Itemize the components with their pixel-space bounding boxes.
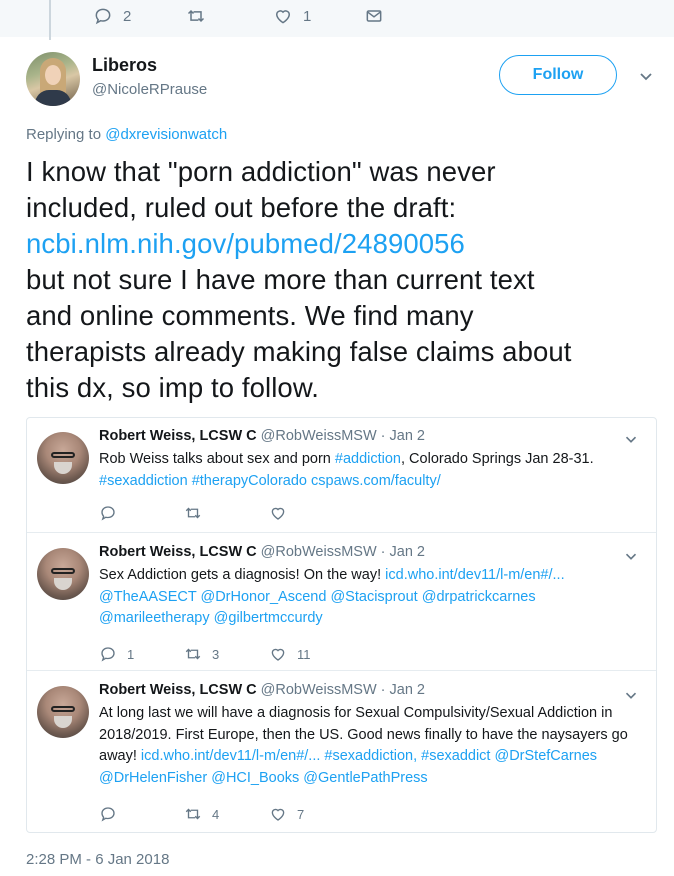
- embedded-text-line: #sexaddiction #therapyColorado cspaws.co…: [99, 471, 639, 493]
- embedded-tweet[interactable]: Robert Weiss, LCSW C @RobWeissMSW · Jan …: [27, 418, 656, 533]
- retweet-count: 3: [212, 646, 220, 662]
- like-count: 1: [303, 7, 312, 25]
- heart-icon: [275, 10, 291, 24]
- screen-name[interactable]: @NicoleRPrause: [92, 81, 207, 98]
- reply-icon: [101, 647, 115, 662]
- like-count: 11: [297, 646, 311, 662]
- embedded-handle-date[interactable]: @RobWeissMSW · Jan 2: [261, 544, 425, 560]
- embedded-tweet-text: Rob Weiss talks about sex and porn #addi…: [99, 449, 639, 492]
- retweet-action[interactable]: 4: [184, 805, 219, 823]
- like-action[interactable]: [269, 504, 297, 522]
- envelope-icon: [366, 10, 382, 22]
- embedded-link[interactable]: @TheAASECT @DrHonor_Ascend @Stacisprout …: [99, 589, 536, 605]
- tweet-text-line: and online comments. We find many: [26, 300, 474, 331]
- tweet-text-line: therapists already making false claims a…: [26, 336, 572, 367]
- retweet-count: 4: [212, 806, 220, 822]
- embedded-author-name[interactable]: Robert Weiss, LCSW C: [99, 682, 257, 698]
- heart-icon: [271, 808, 285, 821]
- replying-to: Replying to @dxrevisionwatch: [26, 126, 227, 143]
- embedded-text-line: @DrHelenFisher @HCI_Books @GentlePathPre…: [99, 768, 639, 790]
- reply-count: 2: [123, 7, 132, 25]
- reply-icon: [95, 8, 111, 25]
- avatar[interactable]: [37, 548, 89, 600]
- embedded-tweet-text: Sex Addiction gets a diagnosis! On the w…: [99, 565, 639, 630]
- tweet-link[interactable]: ncbi.nlm.nih.gov/pubmed/24890056: [26, 226, 656, 262]
- embedded-tweets-box: Robert Weiss, LCSW C @RobWeissMSW · Jan …: [26, 417, 657, 833]
- embedded-text-line: @marileetherapy @gilbertmccurdy: [99, 608, 639, 630]
- avatar[interactable]: [37, 686, 89, 738]
- embedded-link[interactable]: #sexaddiction #therapyColorado cspaws.co…: [99, 473, 441, 489]
- embedded-link[interactable]: @DrHelenFisher @HCI_Books @GentlePathPre…: [99, 770, 428, 786]
- tweet-text-line: but not sure I have more than current te…: [26, 264, 535, 295]
- embedded-text: Sex Addiction gets a diagnosis! On the w…: [99, 567, 386, 583]
- embedded-tweet-header: Robert Weiss, LCSW C @RobWeissMSW · Jan …: [99, 428, 425, 444]
- embedded-text-line: away! icd.who.int/dev11/l-m/en#/... #sex…: [99, 746, 639, 768]
- heart-icon: [271, 648, 285, 661]
- embedded-text-line: At long last we will have a diagnosis fo…: [99, 703, 639, 725]
- embedded-tweet[interactable]: Robert Weiss, LCSW C @RobWeissMSW · Jan …: [27, 671, 656, 832]
- avatar[interactable]: [37, 432, 89, 484]
- replying-prefix: Replying to: [26, 126, 106, 143]
- embedded-handle-date[interactable]: @RobWeissMSW · Jan 2: [261, 428, 425, 444]
- embedded-text: 2018/2019. First Europe, then the US. Go…: [99, 726, 628, 743]
- heart-icon: [271, 507, 285, 520]
- embedded-text-line: @TheAASECT @DrHonor_Ascend @Stacisprout …: [99, 587, 639, 609]
- chevron-down-icon[interactable]: [622, 547, 640, 565]
- tweet-text-line: this dx, so imp to follow.: [26, 372, 320, 403]
- reply-icon: [101, 506, 115, 521]
- embedded-tweet-text: At long last we will have a diagnosis fo…: [99, 703, 639, 789]
- follow-button[interactable]: Follow: [499, 55, 617, 95]
- retweet-action[interactable]: 3: [184, 645, 219, 663]
- retweet-action[interactable]: [184, 504, 212, 522]
- chevron-down-icon[interactable]: [636, 66, 656, 86]
- embedded-text: , Colorado Springs Jan 28-31.: [401, 451, 594, 467]
- embedded-text-line: 2018/2019. First Europe, then the US. Go…: [99, 725, 639, 747]
- like-action[interactable]: 11: [269, 645, 311, 663]
- embedded-text: At long last we will have a diagnosis fo…: [99, 705, 613, 721]
- retweet-action[interactable]: [186, 6, 216, 26]
- embedded-link[interactable]: @marileetherapy @gilbertmccurdy: [99, 610, 323, 626]
- replying-handle-link[interactable]: @dxrevisionwatch: [105, 126, 227, 143]
- reply-action[interactable]: 2: [93, 6, 131, 26]
- reply-action[interactable]: 1: [99, 645, 134, 663]
- embedded-text-line: Rob Weiss talks about sex and porn #addi…: [99, 449, 639, 471]
- like-action[interactable]: 7: [269, 805, 304, 823]
- display-name[interactable]: Liberos: [92, 55, 157, 76]
- tweet-text-line: included, ruled out before the draft:: [26, 192, 457, 223]
- embedded-text: Rob Weiss talks about sex and porn: [99, 451, 335, 467]
- embedded-text-line: Sex Addiction gets a diagnosis! On the w…: [99, 565, 639, 587]
- reply-count: 1: [127, 646, 135, 662]
- embedded-handle-date[interactable]: @RobWeissMSW · Jan 2: [261, 682, 425, 698]
- embedded-text: away!: [99, 748, 141, 764]
- embedded-author-name[interactable]: Robert Weiss, LCSW C: [99, 428, 257, 444]
- embedded-tweet[interactable]: Robert Weiss, LCSW C @RobWeissMSW · Jan …: [27, 533, 656, 671]
- retweet-icon: [185, 507, 201, 519]
- reply-action[interactable]: [99, 805, 127, 823]
- direct-message-action[interactable]: [364, 6, 384, 26]
- tweet-timestamp[interactable]: 2:28 PM - 6 Jan 2018: [26, 851, 169, 868]
- retweet-icon: [185, 808, 201, 820]
- embedded-link[interactable]: icd.who.int/dev11/l-m/en#/...: [385, 567, 564, 583]
- embedded-author-name[interactable]: Robert Weiss, LCSW C: [99, 544, 257, 560]
- like-action[interactable]: 1: [273, 6, 311, 26]
- retweet-icon: [187, 9, 205, 23]
- reply-action[interactable]: [99, 504, 127, 522]
- embedded-link[interactable]: icd.who.int/dev11/l-m/en#/... #sexaddict…: [141, 748, 597, 764]
- embedded-link[interactable]: #addiction: [335, 451, 401, 467]
- tweet-text: I know that "porn addiction" was never i…: [26, 154, 656, 406]
- tweet-text-line: I know that "porn addiction" was never: [26, 156, 496, 187]
- like-count: 7: [297, 806, 305, 822]
- avatar[interactable]: [26, 52, 80, 106]
- reply-icon: [101, 807, 115, 822]
- embedded-tweet-header: Robert Weiss, LCSW C @RobWeissMSW · Jan …: [99, 682, 425, 698]
- thread-connector-line: [49, 0, 51, 40]
- chevron-down-icon[interactable]: [622, 686, 640, 704]
- chevron-down-icon[interactable]: [622, 430, 640, 448]
- retweet-icon: [185, 648, 201, 660]
- embedded-tweet-header: Robert Weiss, LCSW C @RobWeissMSW · Jan …: [99, 544, 425, 560]
